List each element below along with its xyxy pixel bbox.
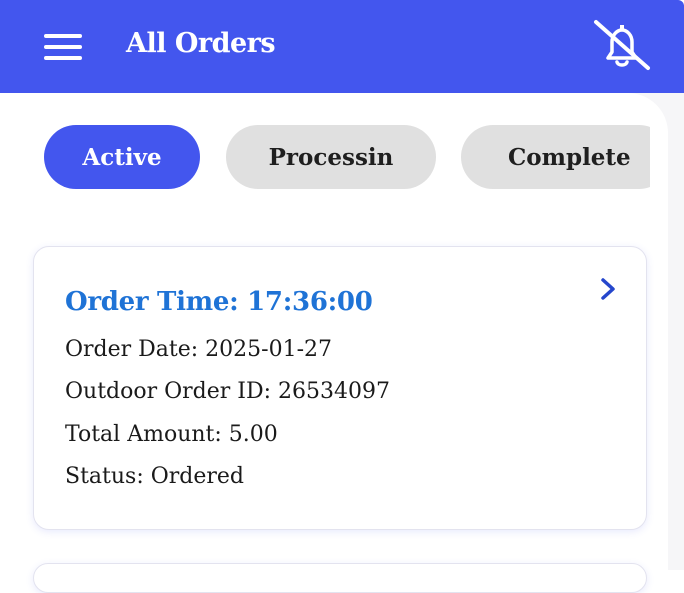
order-time: Order Time: 17:36:00 [65,287,373,317]
order-tabs: Active Processin Complete [0,124,650,192]
tab-active[interactable]: Active [44,125,200,189]
app-bar: All Orders [0,0,684,93]
order-status: Status: Ordered [65,464,245,489]
tab-processing[interactable]: Processin [226,125,436,189]
order-card[interactable]: Order Time: 17:36:00 Order Date: 2025-01… [33,246,647,530]
chevron-right-icon[interactable] [598,277,618,301]
tab-complete[interactable]: Complete [461,125,650,189]
outdoor-order-id: Outdoor Order ID: 26534097 [65,379,391,404]
total-amount: Total Amount: 5.00 [65,422,278,447]
bell-off-icon[interactable] [590,18,654,74]
order-card-next[interactable] [33,563,647,593]
page-title: All Orders [126,28,276,59]
hamburger-menu-icon[interactable] [44,33,82,60]
order-date: Order Date: 2025-01-27 [65,337,333,362]
